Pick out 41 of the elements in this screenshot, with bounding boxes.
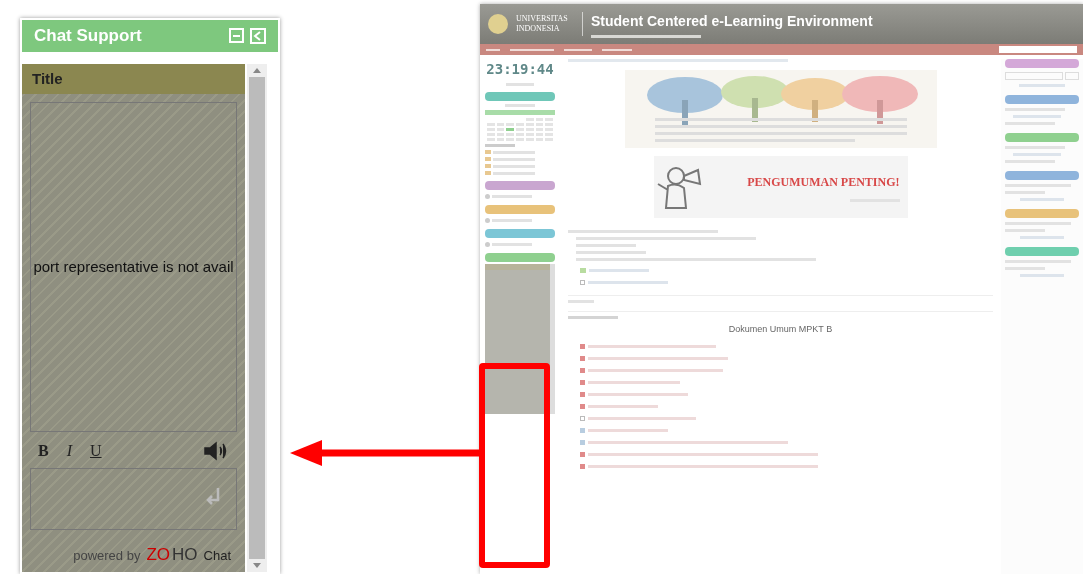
forum-search-field[interactable] xyxy=(1005,72,1063,80)
go-button[interactable] xyxy=(1065,72,1079,80)
page-icon xyxy=(580,415,585,421)
blurred-text xyxy=(568,316,618,319)
mini-scrollbar[interactable] xyxy=(550,264,555,414)
blurred-text xyxy=(589,269,649,272)
minimize-icon[interactable] xyxy=(229,28,244,43)
zoho-logo: ZO HO xyxy=(146,544,198,566)
forum-icon xyxy=(580,268,586,273)
blurred-text xyxy=(588,404,658,408)
chat-title: Chat Support xyxy=(34,25,142,48)
status-message: port representative is not avail xyxy=(33,256,234,277)
blurred-text xyxy=(564,48,592,51)
format-button[interactable]: B xyxy=(38,439,49,463)
panel-title: Title xyxy=(32,68,63,89)
message-input[interactable] xyxy=(30,468,237,530)
page-icon xyxy=(580,280,585,285)
weekday-row xyxy=(485,110,555,115)
server-clock: 23:19:44 xyxy=(485,60,555,79)
speaker-icon[interactable] xyxy=(203,441,229,461)
blurred-text xyxy=(602,48,632,51)
blurred-text xyxy=(510,48,554,51)
site-title: Student Centered e-Learning Environment xyxy=(591,11,873,31)
section-title: Dokumen Umum MPKT B xyxy=(727,323,834,336)
chat-product-label: Chat xyxy=(203,547,231,565)
blurred-text xyxy=(486,48,500,51)
enter-icon[interactable] xyxy=(206,487,222,507)
calendar-grid-drawing xyxy=(485,118,555,141)
course-search-field[interactable] xyxy=(999,46,1077,53)
format-button[interactable]: U xyxy=(90,439,102,463)
scrollbar[interactable] xyxy=(247,64,267,572)
format-button[interactable]: I xyxy=(66,439,72,463)
collapse-icon[interactable] xyxy=(250,28,266,44)
blurred-text xyxy=(485,144,515,147)
link-icon xyxy=(485,242,490,247)
university-emblem-icon xyxy=(488,14,508,34)
university-name: UNIVERSITAS INDONESIA xyxy=(516,14,569,34)
announcement-heading: PENGUMUMAN PENTING! xyxy=(747,173,900,191)
powered-by-label: powered by xyxy=(73,547,141,565)
link-icon xyxy=(485,194,490,199)
link-icon xyxy=(485,218,490,223)
